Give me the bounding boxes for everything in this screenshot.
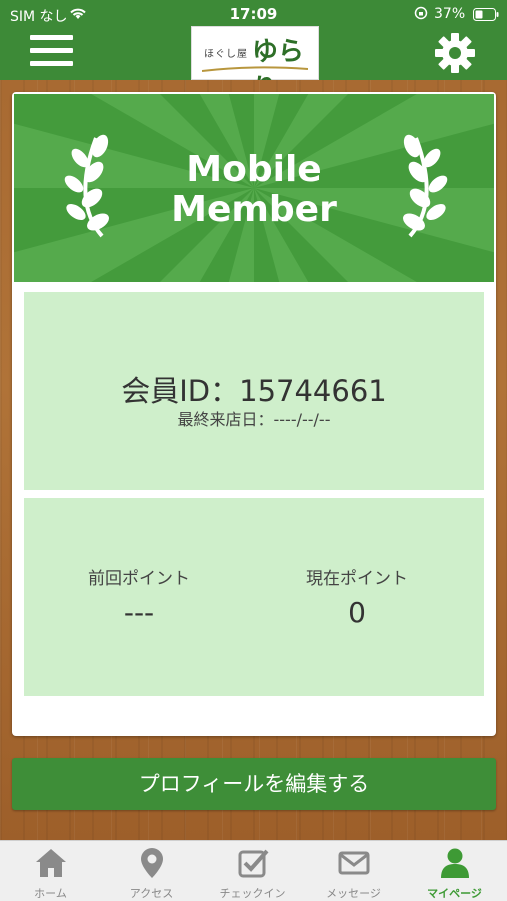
shop-logo: ほぐし屋 ゆらり <box>191 26 319 104</box>
tab-message[interactable]: メッセージ <box>303 841 404 901</box>
battery-icon <box>473 8 499 25</box>
current-points-value: 0 <box>348 596 366 629</box>
tab-checkin-label: チェックイン <box>219 887 286 900</box>
edit-profile-button[interactable]: プロフィールを編集する <box>12 758 496 810</box>
user-icon <box>404 847 505 883</box>
status-bar: SIM なし 17:09 37% <box>0 0 507 28</box>
previous-points-label: 前回ポイント <box>88 569 190 589</box>
checkin-icon <box>202 847 303 883</box>
tab-access-label: アクセス <box>129 887 174 900</box>
status-time: 17:09 <box>229 5 278 23</box>
home-icon <box>0 847 101 883</box>
logo-subtitle: ほぐし屋 <box>204 49 248 60</box>
tab-bar: ホーム アクセス チェックイン メッセージ マイページ <box>0 840 507 901</box>
tab-mypage[interactable]: マイページ <box>404 841 505 901</box>
tab-checkin[interactable]: チェックイン <box>202 841 303 901</box>
mobile-member-banner: Mobile Member <box>14 94 494 282</box>
member-id: 会員ID：15744661 <box>121 374 387 408</box>
map-pin-icon <box>101 847 202 883</box>
current-points-label: 現在ポイント <box>306 569 408 589</box>
previous-points-value: --- <box>123 596 155 629</box>
tab-message-label: メッセージ <box>326 887 381 900</box>
orientation-lock-icon <box>414 6 428 24</box>
hamburger-menu-icon[interactable] <box>30 33 74 69</box>
tab-mypage-label: マイページ <box>427 887 482 900</box>
logo-swoosh <box>202 66 308 72</box>
battery-percent: 37% <box>434 6 466 22</box>
tab-home[interactable]: ホーム <box>0 841 101 901</box>
gear-icon[interactable] <box>433 31 477 75</box>
last-visit-date: 最終来店日：----/--/-- <box>177 410 331 429</box>
tab-home-label: ホーム <box>34 887 67 900</box>
mail-icon <box>303 847 404 883</box>
laurel-right-icon <box>403 134 448 238</box>
points-panel: 前回ポイント --- 現在ポイント 0 <box>24 498 484 696</box>
app-header: SIM なし 17:09 37% ほぐし屋 ゆらり <box>0 0 507 104</box>
member-card: Mobile Member 会員ID：15744661 最終来店日：----/-… <box>12 92 496 736</box>
tab-access[interactable]: アクセス <box>101 841 202 901</box>
member-id-panel: 会員ID：15744661 最終来店日：----/--/-- <box>24 292 484 490</box>
